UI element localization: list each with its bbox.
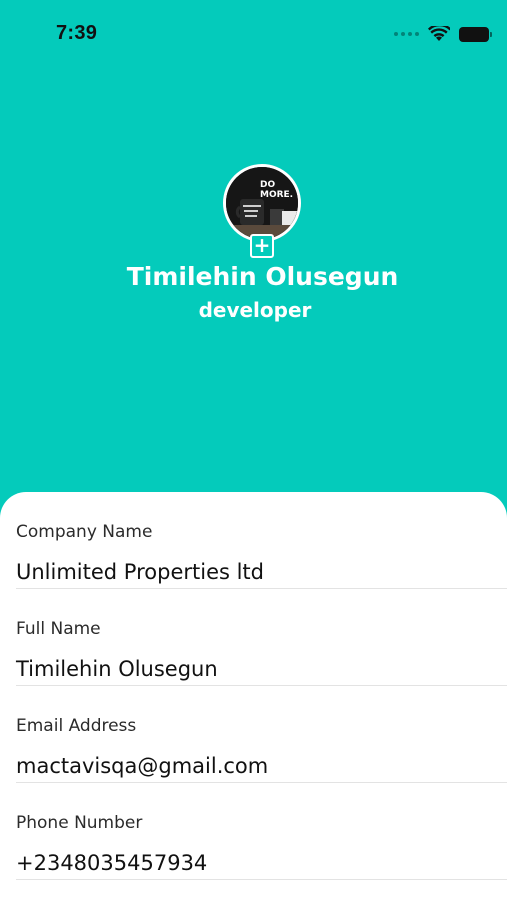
avatar-container[interactable]: DO MORE. + [223, 164, 301, 258]
field-label: Full Name [16, 619, 101, 639]
field-value: mactavisqa@gmail.com [16, 754, 269, 778]
profile-details-sheet: Company Name Unlimited Properties ltd Fu… [0, 492, 507, 900]
full-name-field[interactable]: Full Name Timilehin Olusegun [16, 589, 507, 686]
field-value: Timilehin Olusegun [16, 657, 218, 681]
wifi-icon [428, 26, 450, 41]
company-name-field[interactable]: Company Name Unlimited Properties ltd [16, 492, 507, 589]
add-photo-button[interactable]: + [250, 234, 274, 258]
cellular-signal-icon [394, 32, 419, 36]
profile-role: developer [198, 298, 312, 322]
phone-number-field[interactable]: Phone Number +2348035457934 [16, 783, 507, 880]
status-time: 7:39 [56, 22, 98, 44]
profile-header: 7:39 DO MORE. + Timilehin Olusegun devel… [0, 0, 507, 520]
avatar[interactable]: DO MORE. [223, 164, 301, 242]
field-label: Phone Number [16, 813, 143, 833]
field-label: Company Name [16, 522, 153, 542]
battery-icon [459, 26, 492, 42]
profile-name: Timilehin Olusegun [126, 262, 399, 291]
status-icons [394, 24, 492, 44]
field-value: Unlimited Properties ltd [16, 560, 265, 584]
status-bar: 7:39 [0, 0, 507, 70]
field-value: +2348035457934 [16, 851, 208, 875]
svg-text:DO: DO [260, 180, 275, 190]
email-address-field[interactable]: Email Address mactavisqa@gmail.com [16, 686, 507, 783]
field-label: Email Address [16, 716, 137, 736]
svg-text:MORE.: MORE. [260, 190, 293, 200]
